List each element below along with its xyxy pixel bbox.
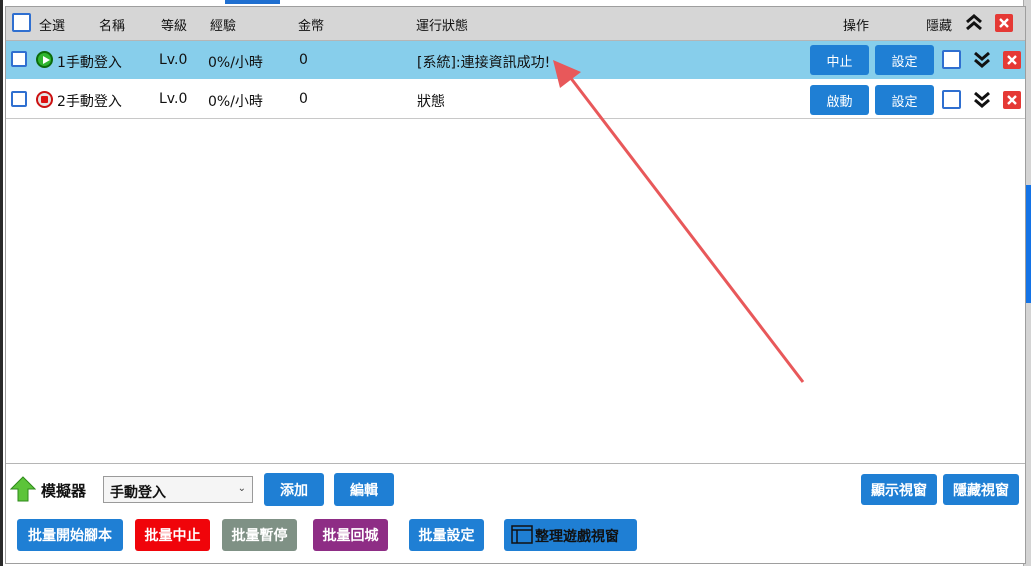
arrange-windows-button[interactable]: 整理遊戲視窗 xyxy=(504,519,637,551)
header-select-all: 全選 xyxy=(39,19,66,34)
header-hide: 隱藏 xyxy=(926,19,953,34)
divider xyxy=(6,463,1025,464)
batch-settings-button[interactable]: 批量設定 xyxy=(409,519,484,551)
row-hide-checkbox[interactable] xyxy=(942,50,961,69)
table-row[interactable]: 1手動登入 Lv.0 0%/小時 0 [系統]:連接資訊成功! 中止 設定 xyxy=(6,41,1025,79)
row-name: 1手動登入 xyxy=(57,55,122,71)
settings-button[interactable]: 設定 xyxy=(875,85,934,115)
table-header: 全選 名稱 等級 經驗 金幣 運行狀態 操作 隱藏 xyxy=(6,7,1025,41)
row-level: Lv.0 xyxy=(159,91,188,107)
expand-chevron-down-icon[interactable] xyxy=(972,90,992,110)
start-button[interactable]: 啟動 xyxy=(810,85,869,115)
row-coins: 0 xyxy=(299,91,308,107)
stop-button[interactable]: 中止 xyxy=(810,45,869,75)
header-level: 等級 xyxy=(161,19,188,34)
stopped-status-icon xyxy=(36,91,53,108)
header-name: 名稱 xyxy=(99,19,126,34)
header-exp: 經驗 xyxy=(210,19,237,34)
row-level: Lv.0 xyxy=(159,52,188,68)
row-status: [系統]:連接資訊成功! xyxy=(417,55,551,71)
app-window: 全選 名稱 等級 經驗 金幣 運行狀態 操作 隱藏 1手動登入 Lv.0 0%/… xyxy=(0,0,1031,566)
chevron-down-icon: ⌄ xyxy=(237,483,246,494)
close-row-icon[interactable] xyxy=(1003,51,1021,69)
close-all-icon[interactable] xyxy=(995,14,1013,32)
emulator-select[interactable]: 手動登入 ⌄ xyxy=(103,476,253,503)
header-coins: 金幣 xyxy=(298,19,325,34)
header-actions: 操作 xyxy=(843,19,870,34)
header-status: 運行狀態 xyxy=(416,19,469,34)
row-checkbox[interactable] xyxy=(11,51,27,67)
hide-windows-button[interactable]: 隱藏視窗 xyxy=(943,474,1019,505)
settings-button[interactable]: 設定 xyxy=(875,45,934,75)
emulator-select-value: 手動登入 xyxy=(110,485,166,501)
add-button[interactable]: 添加 xyxy=(264,473,324,506)
table-row[interactable]: 2手動登入 Lv.0 0%/小時 0 狀態 啟動 設定 xyxy=(6,80,1025,119)
window-left-edge xyxy=(0,0,3,566)
arrow-up-icon xyxy=(10,476,36,502)
arrange-windows-icon xyxy=(511,525,533,544)
edit-button[interactable]: 編輯 xyxy=(334,473,394,506)
row-exp: 0%/小時 xyxy=(208,94,263,110)
batch-pause-button[interactable]: 批量暫停 xyxy=(222,519,297,551)
collapse-all-chevron-up-icon[interactable] xyxy=(964,13,984,33)
row-status: 狀態 xyxy=(417,94,445,110)
show-windows-button[interactable]: 顯示視窗 xyxy=(861,474,937,505)
row-coins: 0 xyxy=(299,52,308,68)
select-all-checkbox[interactable] xyxy=(12,13,31,32)
expand-chevron-down-icon[interactable] xyxy=(972,50,992,70)
running-status-icon xyxy=(36,51,53,68)
arrange-windows-label: 整理遊戲視窗 xyxy=(535,529,619,545)
row-name: 2手動登入 xyxy=(57,94,122,110)
batch-return-button[interactable]: 批量回城 xyxy=(313,519,388,551)
batch-start-button[interactable]: 批量開始腳本 xyxy=(17,519,123,551)
row-hide-checkbox[interactable] xyxy=(942,90,961,109)
account-list-panel: 全選 名稱 等級 經驗 金幣 運行狀態 操作 隱藏 1手動登入 Lv.0 0%/… xyxy=(5,6,1026,564)
row-checkbox[interactable] xyxy=(11,91,27,107)
close-row-icon[interactable] xyxy=(1003,91,1021,109)
row-exp: 0%/小時 xyxy=(208,55,263,71)
active-tab-indicator xyxy=(225,0,280,4)
emulator-label: 模擬器 xyxy=(41,482,87,500)
batch-stop-button[interactable]: 批量中止 xyxy=(135,519,210,551)
